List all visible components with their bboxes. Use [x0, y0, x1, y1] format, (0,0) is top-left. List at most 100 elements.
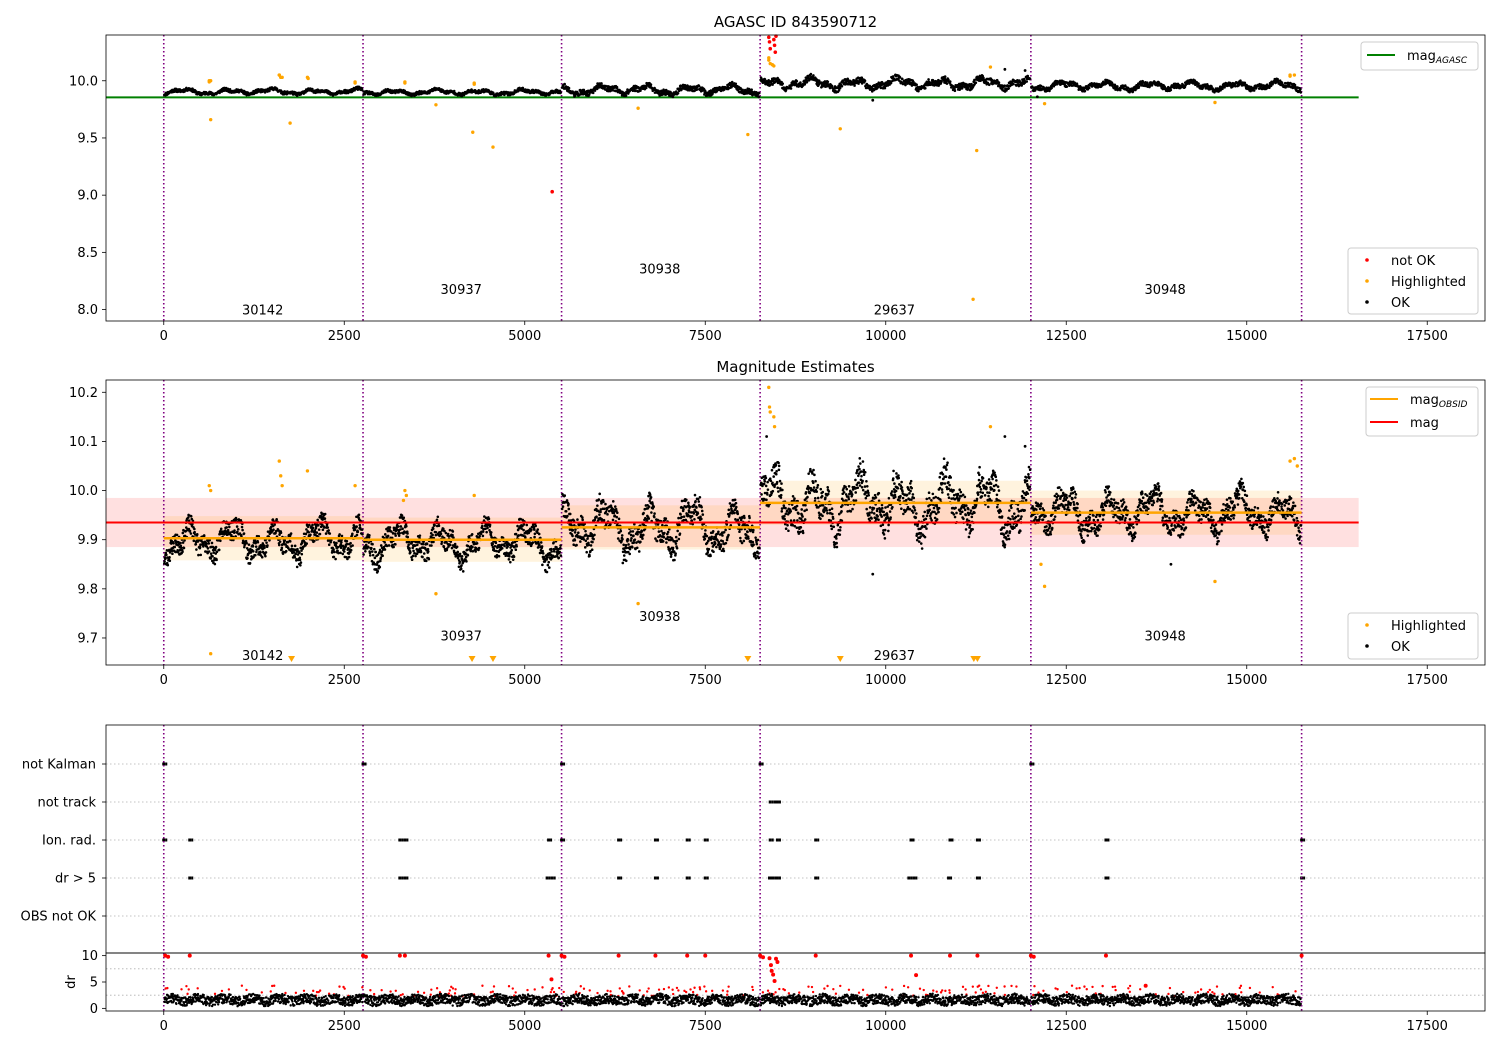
highlighted-point — [279, 75, 283, 80]
flag-marker — [909, 838, 913, 842]
flag-marker — [771, 800, 774, 804]
legend-marker — [1365, 258, 1369, 262]
highlighted-point — [838, 127, 842, 131]
flag-marker — [775, 800, 779, 804]
y-tick-label: 10.1 — [69, 435, 98, 450]
not-ok-dr-point — [769, 968, 774, 973]
flag-marker — [165, 762, 168, 766]
flag-marker — [978, 876, 981, 880]
x-tick-label: 5000 — [508, 1019, 541, 1034]
flag-marker — [688, 876, 691, 880]
x-tick-label: 0 — [160, 1019, 168, 1034]
highlighted-point — [1292, 456, 1297, 461]
flag-marker — [553, 876, 556, 880]
y-tick-label: 10.0 — [69, 484, 98, 499]
flag-marker — [912, 876, 916, 880]
y-tick-label: 9.5 — [77, 131, 98, 146]
flag-marker — [1032, 762, 1035, 766]
ok-point — [1003, 435, 1007, 438]
highlighted-point — [305, 75, 310, 80]
x-tick-label: 10000 — [865, 329, 906, 344]
flag-marker — [778, 876, 781, 880]
flag-marker — [1104, 876, 1108, 880]
highlighted-point — [208, 117, 213, 122]
chart-title: AGASC ID 843590712 — [714, 13, 877, 31]
flag-marker — [188, 876, 192, 880]
highlighted-point — [472, 81, 476, 85]
not-ok-dr-point — [975, 953, 980, 958]
y-tick-label: 8.0 — [77, 303, 98, 318]
highlighted-point — [1292, 73, 1297, 77]
legend-label: Highlighted — [1391, 619, 1466, 634]
flag-marker — [778, 800, 781, 804]
panel-agasc-magnitude: AGASC ID 843590712 30142 30937 30938 29637 30… — [69, 13, 1486, 344]
x-tick-label: 7500 — [689, 673, 722, 688]
flag-marker — [401, 876, 404, 880]
x-tick-label: 2500 — [328, 1019, 361, 1034]
not-ok-dr-point — [768, 963, 773, 968]
flag-marker — [768, 876, 772, 880]
ok-point — [1035, 95, 1039, 99]
not-ok-dr-point — [549, 977, 554, 982]
not-ok-dr-point — [775, 959, 780, 964]
not-ok-point — [767, 40, 772, 44]
ok-point — [1169, 562, 1173, 566]
not-ok-dr-point — [653, 953, 658, 958]
x-tick-label: 17500 — [1407, 329, 1448, 344]
highlighted-point — [1213, 100, 1217, 105]
highlighted-point — [207, 79, 211, 83]
flag-marker — [910, 876, 913, 880]
obsid-label: 30938 — [639, 610, 680, 625]
legend-label: OK — [1391, 296, 1410, 311]
x-tick-label: 7500 — [689, 1019, 722, 1034]
obsid-label: 30142 — [242, 304, 283, 319]
not-ok-dr-point — [771, 972, 776, 977]
y-tick-label: 9.9 — [77, 533, 98, 548]
not-ok-dr-point — [767, 956, 772, 961]
flag-marker — [620, 876, 623, 880]
highlighted-point — [1295, 464, 1299, 468]
flag-marker — [703, 838, 707, 842]
highlighted-point — [1213, 579, 1217, 584]
off-scale-marker — [468, 656, 476, 662]
x-tick-label: 12500 — [1046, 673, 1087, 688]
flag-category-label: not Kalman — [22, 758, 96, 773]
flag-marker — [401, 838, 404, 842]
y-tick-label: 5 — [90, 976, 98, 991]
flag-marker — [768, 838, 772, 842]
y-tick-label: 10 — [81, 949, 98, 964]
highlighted-point — [988, 424, 993, 429]
y-tick-label: 10.0 — [69, 74, 98, 89]
chart-title: Magnitude Estimates — [716, 358, 874, 376]
ok-point — [871, 572, 875, 576]
flag-category-label: not track — [37, 796, 96, 811]
x-tick-label: 15000 — [1226, 329, 1267, 344]
x-tick-label: 0 — [160, 329, 168, 344]
not-ok-dr-point — [402, 953, 407, 958]
highlighted-point — [1042, 584, 1047, 589]
highlighted-point — [767, 405, 772, 409]
not-ok-dr-point — [772, 978, 777, 983]
y-tick-label: 8.5 — [77, 246, 98, 261]
x-tick-label: 7500 — [689, 329, 722, 344]
off-scale-marker — [288, 656, 296, 662]
flag-marker — [403, 876, 407, 880]
flag-marker — [364, 762, 367, 766]
obsid-label: 30937 — [441, 283, 482, 298]
obsid-label: 29637 — [874, 649, 915, 664]
highlighted-point — [768, 410, 772, 414]
flag-marker — [685, 838, 689, 842]
flag-marker — [191, 838, 194, 842]
highlighted-point — [277, 459, 281, 463]
not-ok-point — [772, 43, 777, 48]
flag-marker — [768, 800, 772, 804]
flag-marker — [563, 762, 566, 766]
flag-marker — [817, 876, 820, 880]
not-ok-dr-point — [948, 953, 953, 958]
not-ok-dr-point — [166, 954, 171, 959]
y-tick-label: 0 — [90, 1002, 98, 1017]
flag-category-label: OBS not OK — [21, 910, 97, 925]
flag-marker — [547, 838, 551, 842]
flag-marker — [653, 876, 657, 880]
not-ok-dr-point — [1103, 953, 1108, 958]
